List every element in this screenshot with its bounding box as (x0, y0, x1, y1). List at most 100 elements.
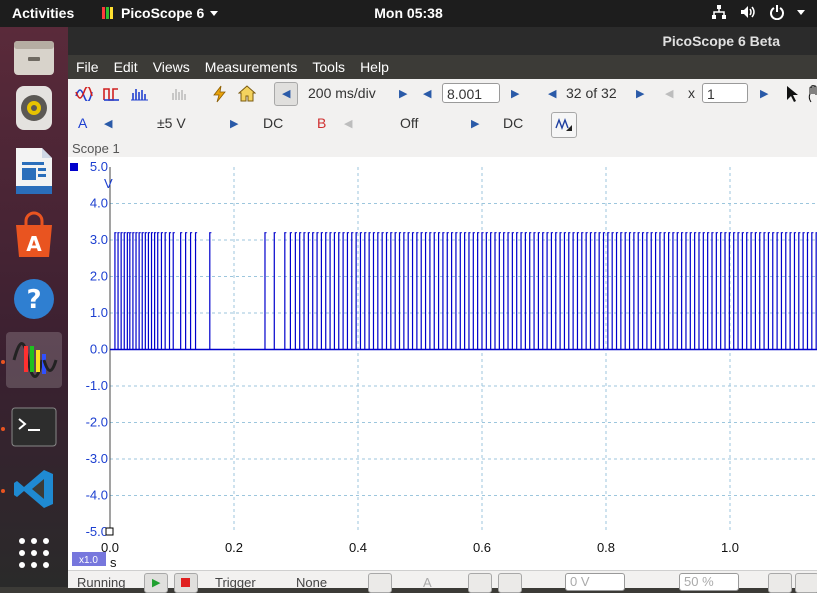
network-icon[interactable] (711, 4, 727, 20)
svg-text:A: A (26, 232, 42, 256)
channel-b-range-increase[interactable]: ▶ (471, 117, 479, 130)
buffer-indicator[interactable]: 32 of 32 (566, 85, 617, 101)
menu-edit[interactable]: Edit (106, 55, 145, 79)
auto-setup-icon[interactable] (211, 85, 227, 103)
channel-b-coupling[interactable]: DC (503, 115, 523, 131)
trace-pulse (135, 232, 137, 350)
x-tick-label: 0.4 (349, 540, 367, 555)
volume-icon[interactable] (739, 4, 757, 20)
trace-pulse (433, 232, 435, 350)
trace-pulse (594, 232, 596, 350)
trigger-options-button[interactable] (368, 573, 392, 593)
samples-field[interactable]: 8.001 kS (442, 83, 500, 103)
picoscope-launcher[interactable] (6, 332, 62, 388)
menu-help[interactable]: Help (352, 55, 396, 79)
trace-pulse (520, 232, 522, 350)
system-tray[interactable] (711, 4, 805, 20)
channel-a-range[interactable]: ±5 V (157, 115, 186, 131)
spectrum-mode-icon[interactable] (131, 87, 148, 101)
trace-pulse (477, 232, 479, 350)
vscode-launcher[interactable] (6, 461, 62, 517)
trace-pulse (420, 232, 422, 350)
start-button[interactable]: ▶ (144, 573, 168, 593)
trace-pulse (689, 232, 691, 350)
trace-pulse (763, 232, 765, 350)
timebase-increase-button[interactable]: ▶ (399, 87, 407, 100)
trace-pulse (533, 232, 535, 350)
channel-a-label[interactable]: A (78, 115, 87, 131)
menu-file[interactable]: File (68, 55, 106, 79)
trace-pulse (546, 232, 548, 350)
channel-b-range-decrease: ◀ (344, 118, 353, 130)
activities-button[interactable]: Activities (12, 5, 74, 21)
menu-views[interactable]: Views (145, 55, 197, 79)
trace-pulse (485, 232, 487, 350)
home-icon[interactable] (238, 85, 256, 102)
help-launcher[interactable]: ? (6, 271, 62, 327)
x-scale-badge[interactable]: x1.0 (79, 555, 98, 566)
timebase-decrease-button[interactable]: ◀ (274, 82, 298, 106)
hand-icon[interactable] (808, 85, 817, 103)
trace-pulse (733, 232, 735, 350)
trace-pulse (685, 232, 687, 350)
zoom-next-button[interactable]: ▶ (760, 87, 768, 100)
app-menu-button[interactable]: PicoScope 6 (101, 5, 219, 21)
scope-mode-icon[interactable] (75, 87, 93, 101)
trace-pulse (446, 232, 448, 350)
window-titlebar[interactable]: PicoScope 6 Beta (68, 27, 817, 55)
trace-pulse (516, 232, 518, 350)
buffer-previous-button[interactable]: ◀ (548, 87, 556, 100)
waveform-options-icon (555, 118, 572, 131)
trace-pulse (589, 232, 592, 350)
picoscope-app-icon (101, 6, 115, 20)
y-tick-label: -2.0 (86, 415, 108, 430)
menu-measurements[interactable]: Measurements (197, 55, 305, 79)
trace-pulse (759, 232, 761, 350)
trace-pulse (663, 232, 665, 350)
trace-pulse (194, 232, 197, 350)
scope-chart[interactable]: 5.0 4.0 3.0 2.0 1.0 0.0 -1.0 -2.0 -3.0 -4.0 -5.0 0… (68, 157, 817, 570)
trace-pulse (464, 232, 466, 350)
shopping-bag-icon: A (16, 211, 52, 257)
files-launcher[interactable] (6, 29, 62, 85)
stop-button[interactable] (174, 573, 198, 593)
samples-increase-button[interactable]: ▶ (511, 87, 519, 100)
channel-options-button[interactable] (551, 112, 577, 138)
scope-plot-area[interactable]: 5.0 4.0 3.0 2.0 1.0 0.0 -1.0 -2.0 -3.0 -4.0 -5.0 0… (68, 157, 817, 570)
samples-decrease-button[interactable]: ◀ (423, 87, 431, 100)
trace-pulse (284, 232, 286, 350)
power-icon[interactable] (769, 4, 785, 20)
software-center-launcher[interactable]: A (6, 207, 62, 263)
trace-pulse (157, 232, 159, 350)
trace-pulse (437, 232, 440, 350)
channel-b-range[interactable]: Off (400, 115, 418, 131)
trigger-extra-button (768, 573, 792, 593)
terminal-launcher[interactable] (6, 399, 62, 455)
show-applications-button[interactable] (6, 525, 62, 581)
timebase-value[interactable]: 200 ms/div (308, 85, 376, 101)
trace-pulse (537, 232, 539, 350)
trace-pulse (646, 232, 648, 350)
channel-b-label[interactable]: B (317, 115, 326, 131)
persistence-mode-icon[interactable] (103, 87, 119, 101)
trace-pulse (368, 232, 370, 350)
chevron-down-icon[interactable] (797, 9, 805, 15)
menu-tools[interactable]: Tools (304, 55, 352, 79)
channel-a-range-decrease[interactable]: ◀ (104, 117, 112, 130)
zoom-origin-handle[interactable] (105, 527, 114, 536)
trace-pulse (737, 232, 739, 350)
chevron-left-icon: ◀ (282, 88, 291, 100)
buffer-next-button[interactable]: ▶ (636, 87, 644, 100)
trace-pulse (359, 232, 362, 350)
trace-pulse (741, 232, 743, 350)
channel-a-coupling[interactable]: DC (263, 115, 283, 131)
rhythmbox-launcher[interactable] (6, 80, 62, 136)
scope-view-title: Scope 1 (72, 141, 120, 156)
trigger-mode[interactable]: None (296, 575, 327, 590)
channel-a-range-increase[interactable]: ▶ (230, 117, 238, 130)
cursor-icon[interactable] (786, 85, 798, 103)
speaker-icon (16, 86, 52, 130)
writer-launcher[interactable] (6, 143, 62, 199)
zoom-field[interactable]: 1 (702, 83, 748, 103)
trace-pulse (707, 232, 709, 350)
